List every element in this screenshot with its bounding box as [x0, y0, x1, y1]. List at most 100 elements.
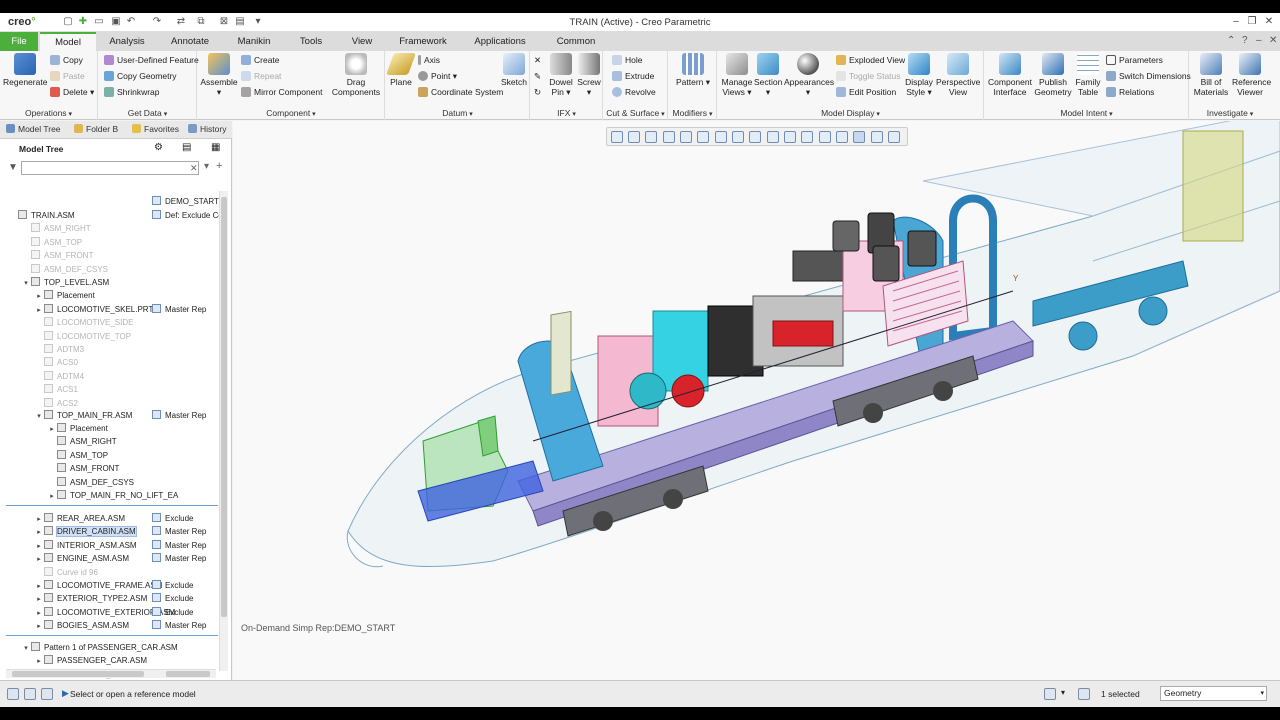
- tree-row[interactable]: ▸ REAR_AREA.ASM: [34, 512, 125, 525]
- ribbon-close-icon[interactable]: ✕: [1269, 35, 1277, 46]
- pause-animation-icon[interactable]: [871, 131, 883, 143]
- modifiers-group-label[interactable]: Modifiers: [669, 108, 716, 118]
- cabin-door-window[interactable]: [550, 310, 572, 396]
- tree-row[interactable]: ▸ LOCOMOTIVE_SKEL.PRT: [34, 303, 153, 316]
- tree-row-simp-rep[interactable]: Master Rep: [152, 303, 206, 316]
- expand-closed-icon[interactable]: ▸: [34, 607, 44, 620]
- tree-row[interactable]: ASM_DEF_CSYS: [21, 263, 108, 276]
- tree-row[interactable]: ASM_RIGHT: [47, 435, 117, 448]
- tab-view[interactable]: View: [342, 32, 382, 51]
- engine-manifold[interactable]: [772, 320, 834, 347]
- section-button[interactable]: Section ▾: [754, 53, 782, 97]
- point-display-icon[interactable]: [836, 131, 848, 143]
- tree-row[interactable]: TRAIN.ASM: [8, 209, 75, 222]
- dowel-pin-button[interactable]: Dowel Pin ▾: [547, 53, 575, 97]
- expand-closed-icon[interactable]: ▸: [34, 290, 44, 303]
- component-interface-button[interactable]: Component Interface: [987, 53, 1033, 97]
- selection-filter-icon[interactable]: [1078, 688, 1090, 700]
- tree-row[interactable]: ASM_FRONT: [21, 249, 93, 262]
- scrollbar-thumb[interactable]: [166, 671, 210, 677]
- exhaust-stack[interactable]: [907, 230, 937, 267]
- tree-search-input[interactable]: [21, 161, 199, 175]
- datum-group-label[interactable]: Datum: [386, 108, 529, 118]
- expand-open-icon[interactable]: ▾: [21, 642, 31, 655]
- tab-file[interactable]: File: [0, 32, 38, 51]
- tree-column-header[interactable]: DEMO_START: [152, 195, 219, 208]
- wheel[interactable]: [663, 489, 683, 509]
- ifx-tool-icon[interactable]: ✎: [534, 69, 541, 83]
- family-table-button[interactable]: Family Table: [1073, 53, 1103, 97]
- udf-button[interactable]: User-Defined Feature: [104, 53, 199, 67]
- new-file-icon[interactable]: ▢: [62, 16, 74, 28]
- regenerate-icon[interactable]: ⇄: [175, 16, 187, 28]
- expand-closed-icon[interactable]: ▸: [34, 580, 44, 593]
- csys-display-icon[interactable]: [853, 131, 865, 143]
- expand-open-icon[interactable]: ▾: [21, 277, 31, 290]
- tab-tools[interactable]: Tools: [290, 32, 332, 51]
- tree-row[interactable]: ASM_TOP: [21, 236, 82, 249]
- shrinkwrap-button[interactable]: Shrinkwrap: [104, 85, 160, 99]
- manage-views-button[interactable]: Manage Views ▾: [720, 53, 754, 97]
- tree-row-simp-rep[interactable]: Master Rep: [152, 409, 206, 422]
- spin-center-icon[interactable]: [767, 131, 779, 143]
- tree-row-simp-rep[interactable]: Master Rep: [152, 525, 206, 538]
- tab-favorites[interactable]: Favorites: [132, 124, 179, 134]
- tree-row[interactable]: ▸ LOCOMOTIVE_FRAME.ASM: [34, 579, 162, 592]
- ribbon-collapse-icon[interactable]: ⌃: [1227, 35, 1235, 46]
- axis-display-icon[interactable]: [819, 131, 831, 143]
- undo-icon[interactable]: ↶: [125, 16, 137, 28]
- more-tools-icon[interactable]: [888, 131, 900, 143]
- tree-row[interactable]: ASM_DEF_CSYS: [47, 476, 134, 489]
- turbocharger[interactable]: [792, 250, 844, 282]
- tree-show-icon[interactable]: ▤: [182, 142, 191, 153]
- redo-icon[interactable]: ↷: [151, 16, 163, 28]
- investigate-group-label[interactable]: Investigate: [1190, 108, 1270, 118]
- display-icon[interactable]: ▤: [234, 16, 246, 28]
- exploded-view-button[interactable]: Exploded View: [836, 53, 905, 67]
- component-group-label[interactable]: Component: [198, 108, 384, 118]
- tab-model-tree[interactable]: Model Tree: [6, 124, 61, 134]
- wheel[interactable]: [593, 511, 613, 531]
- perspective-view-button[interactable]: Perspective View: [936, 53, 980, 97]
- scrollbar-thumb[interactable]: [221, 197, 227, 617]
- customize-qat-icon[interactable]: ▾: [252, 16, 264, 28]
- tree-columns-icon[interactable]: ▦: [211, 142, 220, 153]
- open-file-icon[interactable]: ▭: [93, 16, 105, 28]
- tree-row[interactable]: ▸ DRIVER_CABIN.ASM: [34, 525, 137, 538]
- revolve-button[interactable]: Revolve: [612, 85, 656, 99]
- refit-icon[interactable]: [611, 131, 623, 143]
- tree-row[interactable]: ▸ EXTERIOR_TYPE2.ASM: [34, 592, 147, 605]
- publish-geometry-button[interactable]: Publish Geometry: [1033, 53, 1073, 97]
- full-screen-icon[interactable]: [41, 688, 53, 700]
- tree-row-simp-rep[interactable]: Exclude: [152, 606, 193, 619]
- saved-orientations-icon[interactable]: [697, 131, 709, 143]
- passenger-car-door[interactable]: [1182, 130, 1244, 242]
- close-icon[interactable]: ✕: [1262, 15, 1276, 29]
- expand-closed-icon[interactable]: ▸: [34, 593, 44, 606]
- expand-closed-icon[interactable]: ▸: [47, 490, 57, 503]
- expand-closed-icon[interactable]: ▸: [34, 540, 44, 553]
- tree-row[interactable]: LOCOMOTIVE_TOP: [34, 330, 131, 343]
- perspective-icon[interactable]: [732, 131, 744, 143]
- tree-row[interactable]: ACS0: [34, 356, 78, 369]
- tree-row[interactable]: ▸ INTERIOR_ASM.ASM: [34, 539, 137, 552]
- tree-settings-icon[interactable]: ⚙: [154, 142, 163, 153]
- tab-framework[interactable]: Framework: [392, 32, 454, 51]
- point-button[interactable]: Point ▾: [418, 69, 457, 83]
- graphics-window[interactable]: Y On-Demand Simp Rep:DEMO_START: [233, 121, 1280, 680]
- assemble-button[interactable]: Assemble ▾: [200, 53, 238, 97]
- expand-closed-icon[interactable]: ▸: [34, 304, 44, 317]
- tree-row-simp-rep[interactable]: Master Rep: [152, 619, 206, 632]
- tree-horizontal-scrollbar[interactable]: [6, 669, 216, 678]
- alternator[interactable]: [629, 372, 667, 410]
- model-intent-group-label[interactable]: Model Intent: [985, 108, 1188, 118]
- toggle-navigator-icon[interactable]: [7, 688, 19, 700]
- display-style-icon[interactable]: [680, 131, 692, 143]
- search-options-icon[interactable]: ▾: [204, 161, 209, 172]
- tab-history[interactable]: History: [188, 124, 226, 134]
- expand-open-icon[interactable]: ▾: [34, 410, 44, 423]
- zoom-in-icon[interactable]: [628, 131, 640, 143]
- passenger-wheel[interactable]: [1068, 321, 1098, 351]
- expand-closed-icon[interactable]: ▸: [34, 620, 44, 633]
- add-filter-icon[interactable]: +: [216, 160, 222, 172]
